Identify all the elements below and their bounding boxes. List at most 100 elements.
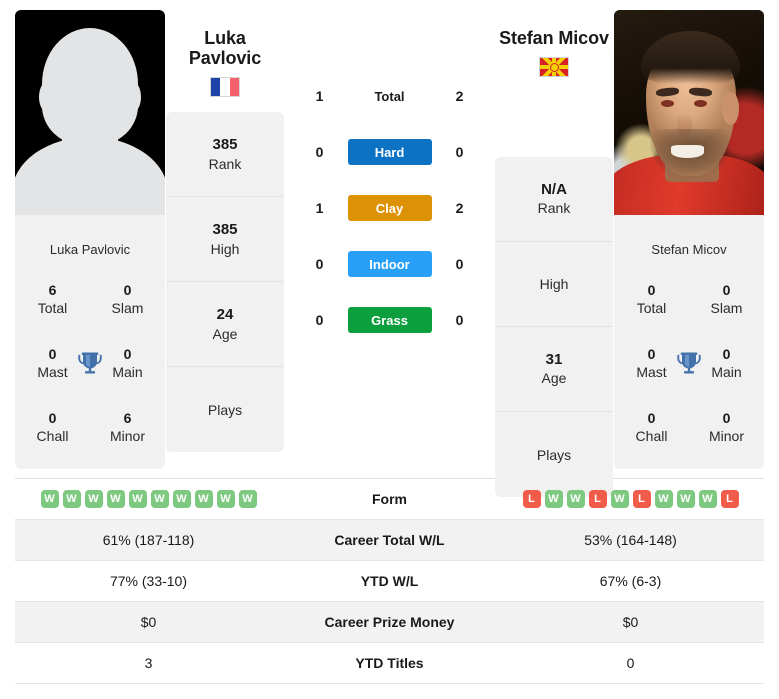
left-form-badge: W bbox=[84, 490, 103, 508]
right-titles-minor: 0 Minor bbox=[699, 409, 755, 445]
left-player-name-line1: Luka bbox=[204, 28, 246, 48]
right-plays-label: Plays bbox=[536, 446, 572, 463]
left-player-summary: Luka Pavlovic 385 Rank 385 High 24 Age P… bbox=[165, 10, 285, 453]
right-titles-chall-value: 0 bbox=[647, 409, 656, 426]
right-form-badge: W bbox=[676, 490, 695, 508]
right-form-badge: L bbox=[720, 490, 739, 508]
info-row-plays: Plays bbox=[166, 367, 284, 452]
left-titles-main: 0 Main bbox=[100, 345, 156, 381]
titles-row-mast-main: 0 Mast 0 Main bbox=[15, 331, 165, 395]
right-titles-card: Stefan Micov 0 Total 0 Slam 0 Mast 0 Mai… bbox=[614, 228, 764, 469]
right-player-info-card: N/A Rank High 31 Age Plays bbox=[495, 157, 613, 498]
info-row-plays: Plays bbox=[495, 412, 613, 497]
right-career-prize-money: $0 bbox=[622, 614, 639, 630]
titles-row-chall-minor: 0 Chall 6 Minor bbox=[15, 395, 165, 459]
comparison-stats-table: WWWWWWWWWW Form LWWLWLWWWL 61% (187-118)… bbox=[15, 478, 764, 684]
h2h-total-left-score: 1 bbox=[315, 88, 324, 104]
right-form-badge: W bbox=[654, 490, 673, 508]
right-player-photo-card[interactable]: Stefan Micov bbox=[614, 10, 764, 265]
right-titles-chall: 0 Chall bbox=[624, 409, 680, 445]
right-titles-mast: 0 Mast bbox=[624, 345, 680, 381]
table-row-form: WWWWWWWWWW Form LWWLWLWWWL bbox=[15, 479, 764, 520]
left-high-value: 385 bbox=[212, 220, 238, 238]
h2h-row-clay: 1 Clay 2 bbox=[285, 180, 494, 236]
north-macedonia-flag-icon bbox=[539, 57, 569, 78]
h2h-row-hard: 0 Hard 0 bbox=[285, 124, 494, 180]
left-player-name-line2: Pavlovic bbox=[188, 48, 262, 69]
left-age-label: Age bbox=[212, 325, 238, 342]
right-titles-chall-label: Chall bbox=[635, 428, 668, 444]
flag-band-red bbox=[229, 78, 239, 97]
left-form-badge: W bbox=[238, 490, 257, 508]
right-career-total-wl: 53% (164-148) bbox=[584, 532, 677, 548]
left-titles-chall-label: Chall bbox=[36, 428, 69, 444]
avatar-ear-right-shape bbox=[125, 82, 141, 112]
stat-label-career-total-wl: Career Total W/L bbox=[334, 532, 445, 548]
left-player-photo-card[interactable]: Luka Pavlovic bbox=[15, 10, 165, 265]
left-plays-label: Plays bbox=[207, 401, 243, 418]
h2h-indoor-badge-wrap: Indoor bbox=[342, 251, 438, 277]
right-titles-minor-value: 0 bbox=[722, 409, 731, 426]
surface-badge-indoor[interactable]: Indoor bbox=[347, 251, 432, 277]
right-titles-slam: 0 Slam bbox=[699, 281, 755, 317]
left-player-name: Luka Pavlovic bbox=[189, 10, 261, 68]
h2h-indoor-left-score: 0 bbox=[315, 256, 324, 272]
h2h-clay-badge-wrap: Clay bbox=[342, 195, 438, 221]
stat-label-ytd-wl: YTD W/L bbox=[360, 573, 419, 589]
left-titles-minor-value: 6 bbox=[123, 409, 132, 426]
left-titles-minor-label: Minor bbox=[109, 428, 145, 444]
surface-badge-clay[interactable]: Clay bbox=[347, 195, 432, 221]
left-form-badge: W bbox=[194, 490, 213, 508]
portrait-smile bbox=[671, 145, 704, 158]
avatar-ear-left-shape bbox=[39, 82, 55, 112]
titles-row-chall-minor: 0 Chall 0 Minor bbox=[614, 395, 764, 459]
left-titles-chall-value: 0 bbox=[48, 409, 57, 426]
info-row-rank: 385 Rank bbox=[166, 112, 284, 198]
h2h-row-total: 1 Total 2 bbox=[285, 68, 494, 124]
left-player-avatar bbox=[15, 10, 165, 215]
right-form-badge: L bbox=[632, 490, 651, 508]
right-rank-value: N/A bbox=[541, 180, 567, 198]
info-row-rank: N/A Rank bbox=[495, 157, 613, 243]
left-titles-slam: 0 Slam bbox=[100, 281, 156, 317]
right-form-badges: LWWLWLWWWL bbox=[497, 490, 764, 508]
left-form-badge: W bbox=[172, 490, 191, 508]
left-titles-minor: 6 Minor bbox=[100, 409, 156, 445]
h2h-total-label-wrap: Total bbox=[342, 89, 438, 104]
table-row-career-total-wl: 61% (187-118) Career Total W/L 53% (164-… bbox=[15, 520, 764, 561]
table-row-career-prize-money: $0 Career Prize Money $0 bbox=[15, 602, 764, 643]
flag-band-white bbox=[220, 78, 230, 97]
right-titles-slam-label: Slam bbox=[710, 300, 743, 316]
left-form-badge: W bbox=[40, 490, 59, 508]
left-age-value: 24 bbox=[216, 305, 234, 323]
right-titles-grid: 0 Total 0 Slam 0 Mast 0 Main 0 Chall 0 M… bbox=[614, 267, 764, 459]
stat-label-career-prize-money: Career Prize Money bbox=[324, 614, 455, 630]
stat-label-ytd-titles: YTD Titles bbox=[355, 655, 424, 671]
right-player-name-line1: Stefan Micov bbox=[499, 28, 609, 48]
surface-badge-hard[interactable]: Hard bbox=[347, 139, 432, 165]
right-form-badge: L bbox=[588, 490, 607, 508]
h2h-indoor-right-score: 0 bbox=[455, 256, 464, 272]
right-form-badge: L bbox=[522, 490, 541, 508]
surface-badge-grass[interactable]: Grass bbox=[347, 307, 432, 333]
right-player-summary: Stefan Micov N/A Rank High 31 Age Plays bbox=[494, 10, 614, 498]
left-titles-chall: 0 Chall bbox=[25, 409, 81, 445]
avatar-body-shape bbox=[15, 137, 165, 215]
h2h-grass-badge-wrap: Grass bbox=[342, 307, 438, 333]
titles-row-mast-main: 0 Mast 0 Main bbox=[614, 331, 764, 395]
right-titles-slam-value: 0 bbox=[722, 281, 731, 298]
left-career-prize-money: $0 bbox=[140, 614, 157, 630]
flag-band-blue bbox=[211, 78, 221, 97]
table-row-ytd-titles: 3 YTD Titles 0 bbox=[15, 643, 764, 684]
left-titles-slam-value: 0 bbox=[123, 281, 132, 298]
left-titles-total-value: 6 bbox=[48, 281, 57, 298]
info-row-high: 385 High bbox=[166, 197, 284, 283]
left-high-label: High bbox=[210, 240, 240, 257]
right-ytd-wl: 67% (6-3) bbox=[599, 573, 662, 589]
right-form-badge: W bbox=[610, 490, 629, 508]
left-titles-mast-label: Mast bbox=[37, 364, 68, 380]
left-form-badges: WWWWWWWWWW bbox=[15, 490, 282, 508]
h2h-row-indoor: 0 Indoor 0 bbox=[285, 236, 494, 292]
right-titles-player-name: Stefan Micov bbox=[651, 242, 727, 257]
left-titles-slam-label: Slam bbox=[111, 300, 144, 316]
